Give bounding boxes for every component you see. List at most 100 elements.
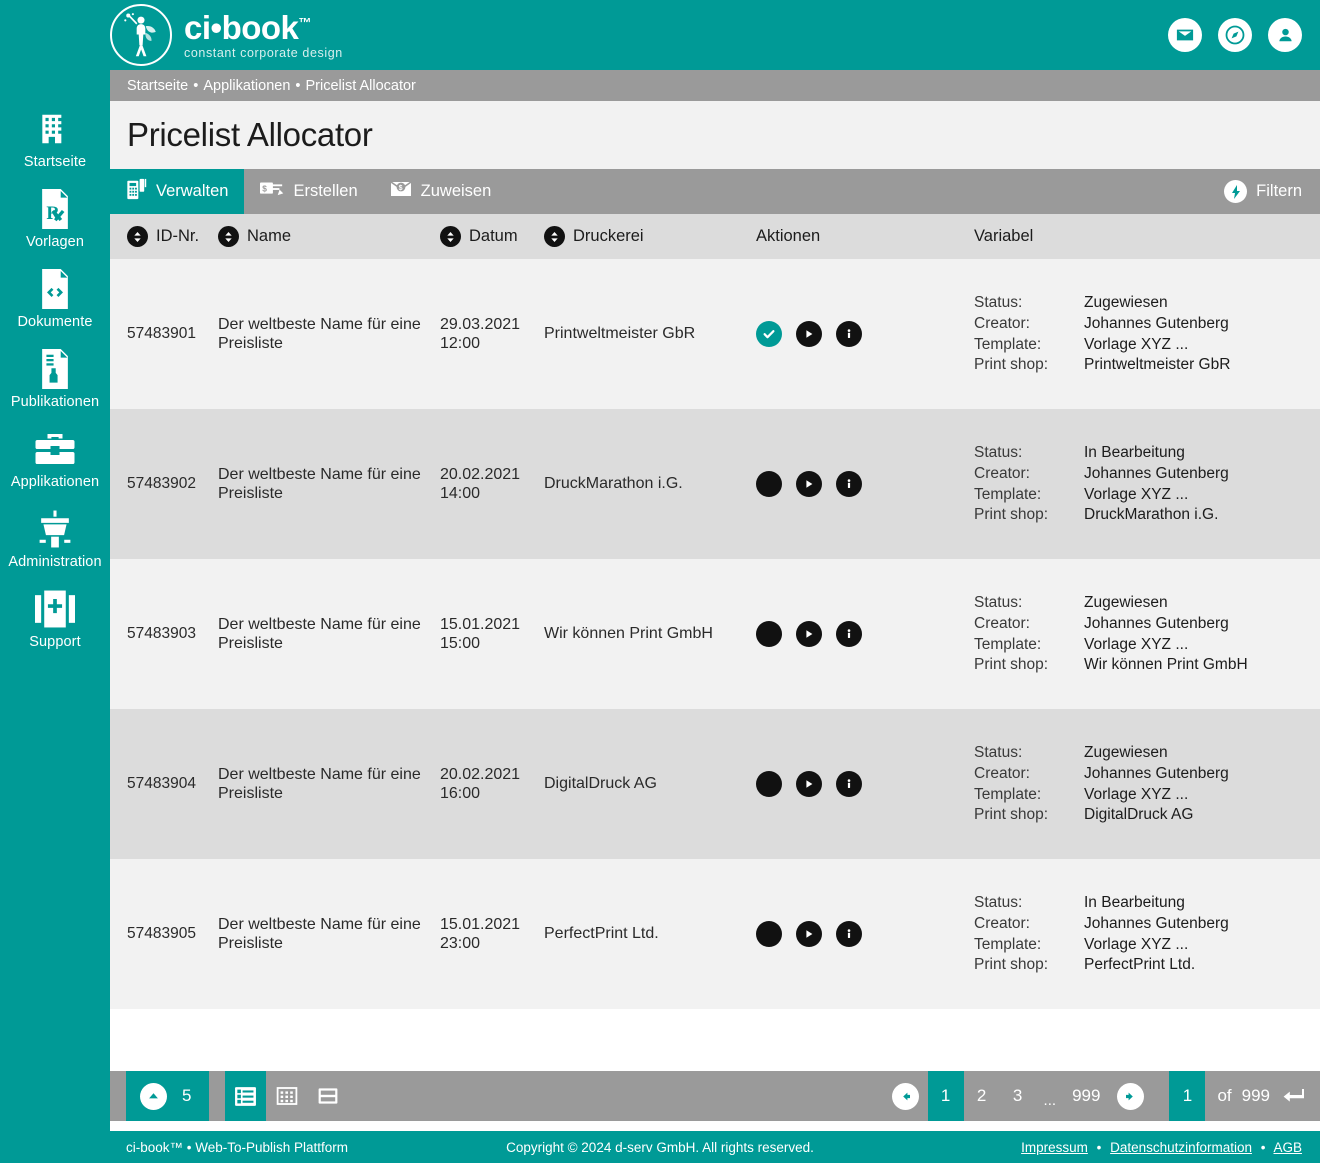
breadcrumb-item-1[interactable]: Applikationen — [203, 78, 290, 94]
variable-value-creator: Johannes Gutenberg — [1084, 314, 1229, 332]
mail-icon[interactable] — [1168, 18, 1202, 52]
cell-variable: Status: Zugewiesen Creator: Johannes Gut… — [974, 593, 1320, 674]
cell-date-day: 15.01.2021 — [440, 615, 521, 633]
info-button[interactable] — [836, 621, 862, 647]
run-play-button[interactable] — [796, 621, 822, 647]
variable-key-template: Template: — [974, 635, 1042, 653]
list-view-icon[interactable] — [225, 1071, 267, 1121]
run-play-button[interactable] — [796, 471, 822, 497]
data-table: ID-Nr. Name Datum Druckerei Aktionen Var… — [110, 214, 1320, 1071]
brand-name-text: ci•book — [184, 8, 299, 46]
cell-date-day: 20.02.2021 — [440, 465, 521, 483]
breadcrumb-separator: • — [295, 77, 301, 94]
enter-key-icon[interactable] — [1282, 1071, 1320, 1121]
cell-id: 57483904 — [127, 775, 196, 792]
tab-zuweisen[interactable]: $ Zuweisen — [374, 169, 508, 214]
column-header-date[interactable]: Datum — [440, 226, 544, 247]
page-number-3[interactable]: 3 — [1000, 1071, 1036, 1121]
table-row[interactable]: 57483902 Der weltbeste Name für eine Pre… — [110, 409, 1320, 559]
prev-page-button[interactable] — [891, 1082, 919, 1110]
variable-key-creator: Creator: — [974, 464, 1030, 482]
variable-key-status: Status: — [974, 294, 1023, 312]
variable-value-template: Vorlage XYZ ... — [1084, 785, 1189, 803]
filter-button[interactable]: Filtern — [1224, 169, 1320, 214]
compass-icon[interactable] — [1218, 18, 1252, 52]
next-page-button[interactable] — [1117, 1082, 1145, 1110]
footer-link-datenschutz[interactable]: Datenschutzinformation — [1110, 1140, 1252, 1155]
tab-erstellen[interactable]: $ Erstellen — [244, 169, 373, 214]
variable-detail-list: Status: Zugewiesen Creator: Johannes Gut… — [974, 593, 1310, 674]
application-root: Startseite R Vorlagen Dokumente Publikat… — [0, 0, 1320, 1163]
run-play-button[interactable] — [796, 771, 822, 797]
column-header-label: Aktionen — [756, 227, 821, 245]
info-button[interactable] — [836, 921, 862, 947]
page-footer: ci-book™ • Web-To-Publish Plattform Copy… — [0, 1131, 1320, 1163]
tabbar-spacer — [507, 169, 1224, 214]
column-header-printer[interactable]: Druckerei — [544, 226, 756, 247]
grid-view-icon[interactable] — [266, 1071, 307, 1121]
table-row[interactable]: 57483904 Der weltbeste Name für eine Pre… — [110, 709, 1320, 859]
info-button[interactable] — [836, 321, 862, 347]
page-ellipsis: ... — [1043, 1092, 1057, 1109]
table-row[interactable]: 57483903 Der weltbeste Name für eine Pre… — [110, 559, 1320, 709]
table-row[interactable]: 57483905 Der weltbeste Name für eine Pre… — [110, 859, 1320, 1009]
sidebar-item-dokumente[interactable]: Dokumente — [0, 268, 110, 330]
approve-check-button[interactable] — [756, 321, 782, 347]
variable-key-print-shop: Print shop: — [974, 356, 1049, 374]
control-tower-icon — [0, 508, 110, 550]
filter-label: Filtern — [1256, 182, 1302, 200]
sidebar-item-support[interactable]: Support — [0, 588, 110, 650]
filter-bolt-icon — [1224, 180, 1248, 203]
tab-verwalten[interactable]: Verwalten — [110, 169, 245, 214]
cell-date-time: 15:00 — [440, 635, 481, 652]
brand-name: ci•book™ — [184, 11, 311, 44]
column-header-id[interactable]: ID-Nr. — [110, 226, 218, 247]
brand-logo[interactable]: ci•book™ constant corporate design — [110, 4, 343, 66]
run-play-button[interactable] — [796, 921, 822, 947]
page-number-2[interactable]: 2 — [964, 1071, 1000, 1121]
arrow-left-icon[interactable] — [883, 1071, 928, 1121]
sidebar-item-publikationen[interactable]: Publikationen — [0, 348, 110, 410]
cell-actions — [756, 621, 974, 647]
split-view-icon[interactable] — [307, 1071, 348, 1121]
footer-link-separator: • — [1260, 1139, 1266, 1155]
variable-key-creator: Creator: — [974, 614, 1030, 632]
approve-check-button[interactable] — [756, 471, 782, 497]
sidebar-item-vorlagen[interactable]: R Vorlagen — [0, 188, 110, 250]
total-pages: 999 — [1241, 1086, 1270, 1105]
page-number-1[interactable]: 1 — [927, 1071, 964, 1121]
column-header-name[interactable]: Name — [218, 226, 440, 247]
column-header-actions: Aktionen — [756, 227, 974, 246]
cell-actions — [756, 921, 974, 947]
sidebar-item-startseite[interactable]: Startseite — [0, 108, 110, 170]
sidebar-item-applikationen[interactable]: Applikationen — [0, 428, 110, 490]
top-icon-group — [1168, 18, 1302, 52]
sort-toggle-icon[interactable] — [544, 226, 565, 247]
breadcrumb-item-2[interactable]: Pricelist Allocator — [305, 78, 415, 94]
approve-check-button[interactable] — [756, 621, 782, 647]
info-button[interactable] — [836, 471, 862, 497]
user-icon[interactable] — [1268, 18, 1302, 52]
arrow-right-icon[interactable] — [1108, 1071, 1153, 1121]
sort-toggle-icon[interactable] — [440, 226, 461, 247]
sidebar-item-administration[interactable]: Administration — [0, 508, 110, 570]
footer-link-impressum[interactable]: Impressum — [1021, 1140, 1088, 1155]
cell-actions — [756, 771, 974, 797]
cell-date: 15.01.2021 15:00 — [440, 615, 544, 653]
run-play-button[interactable] — [796, 321, 822, 347]
variable-value-print-shop: PerfectPrint Ltd. — [1084, 956, 1196, 974]
page-jump-input[interactable]: 1 — [1169, 1071, 1206, 1121]
sort-toggle-icon[interactable] — [218, 226, 239, 247]
approve-check-button[interactable] — [756, 921, 782, 947]
info-button[interactable] — [836, 771, 862, 797]
page-size-selector[interactable]: 5 — [126, 1071, 210, 1121]
of-label: of — [1217, 1086, 1232, 1105]
variable-detail-list: Status: In Bearbeitung Creator: Johannes… — [974, 443, 1310, 524]
page-number-last[interactable]: 999 — [1064, 1071, 1108, 1121]
sort-toggle-icon[interactable] — [127, 226, 148, 247]
approve-check-button[interactable] — [756, 771, 782, 797]
breadcrumb-item-0[interactable]: Startseite — [127, 78, 188, 94]
footer-link-agb[interactable]: AGB — [1273, 1140, 1302, 1155]
caret-up-icon — [140, 1082, 167, 1110]
table-row[interactable]: 57483901 Der weltbeste Name für eine Pre… — [110, 259, 1320, 409]
